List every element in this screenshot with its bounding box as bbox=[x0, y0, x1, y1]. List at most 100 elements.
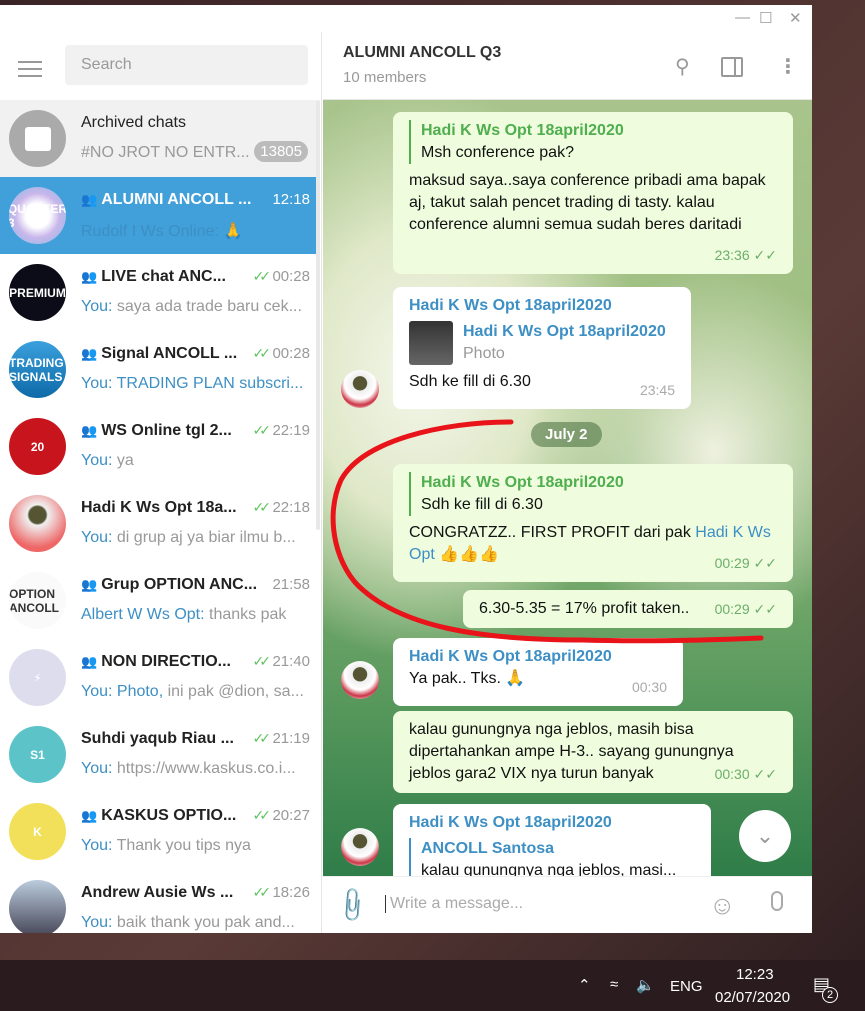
title-bar: — ☐ ✕ bbox=[0, 5, 812, 32]
wifi-icon[interactable]: ≈ bbox=[610, 976, 618, 993]
chat-name: 👥 LIVE chat ANC... bbox=[81, 268, 226, 285]
chat-avatar: K bbox=[9, 803, 66, 860]
chat-name: 👥 Grup OPTION ANC... bbox=[81, 576, 258, 593]
chat-preview: You: baik thank you pak and... bbox=[81, 914, 295, 931]
read-ticks-icon: ✓✓ bbox=[252, 499, 272, 515]
windows-taskbar: ⌃ ≈ 🔈 ENG 12:23 02/07/2020 ▤ 2 bbox=[0, 960, 865, 1011]
chat-time: 22:19 bbox=[272, 422, 310, 439]
chat-name: 👥 Signal ANCOLL ... bbox=[81, 345, 238, 362]
chat-preview: You: di grup aj ya biar ilmu b... bbox=[81, 529, 296, 546]
chat-list-item[interactable]: PREMIUM 👥 LIVE chat ANC... 00:28 ✓✓ You: saya… bbox=[0, 254, 316, 331]
microphone-icon[interactable] bbox=[771, 891, 783, 911]
chat-list-scrollbar[interactable] bbox=[316, 100, 320, 530]
read-ticks-icon: ✓✓ bbox=[252, 884, 272, 900]
chat-preview: You: saya ada trade baru cek... bbox=[81, 298, 302, 315]
chat-list-item[interactable]: TRADING SIGNALS 👥 Signal ANCOLL ... 00:28 ✓✓… bbox=[0, 331, 316, 408]
chat-name: Andrew Ausie Ws ... bbox=[81, 884, 234, 901]
chat-name: Hadi K Ws Opt 18a... bbox=[81, 499, 237, 516]
group-icon: 👥 bbox=[81, 346, 98, 361]
close-button[interactable]: ✕ bbox=[789, 9, 802, 27]
volume-icon[interactable]: 🔈 bbox=[636, 976, 655, 994]
telegram-window: — ☐ ✕ Search Archived chats #NO JROT NO E… bbox=[0, 5, 812, 933]
more-options-icon[interactable]: ⋮ bbox=[778, 54, 798, 79]
chat-time: 21:19 bbox=[272, 730, 310, 747]
chat-avatar: ⚡ bbox=[9, 649, 66, 706]
chat-list-item[interactable]: QUARTER 3 👥ALUMNI ANCOLL ... 12:18 Rudolf I… bbox=[0, 177, 316, 254]
group-icon: 👥 bbox=[81, 192, 98, 207]
chat-list-item[interactable]: OPTION ANCOLL 👥 Grup OPTION ANC... 21:58 Alb… bbox=[0, 562, 316, 639]
chat-avatar: TRADING SIGNALS bbox=[9, 341, 66, 398]
language-indicator[interactable]: ENG bbox=[670, 978, 703, 995]
group-icon: 👥 bbox=[81, 654, 98, 669]
chat-name: 👥 ALUMNI ANCOLL ... bbox=[81, 191, 252, 208]
search-icon[interactable]: ⚲ bbox=[675, 54, 690, 79]
chat-avatar: QUARTER 3 bbox=[9, 187, 66, 244]
chat-header: ALUMNI ANCOLL Q3 10 members ⚲ ⋮ bbox=[323, 32, 812, 100]
clock-date[interactable]: 02/07/2020 bbox=[715, 989, 790, 1006]
member-count: 10 members bbox=[343, 69, 427, 86]
search-input[interactable]: Search bbox=[65, 45, 308, 85]
chat-list-sidebar: Search Archived chats #NO JROT NO ENTR...… bbox=[0, 32, 322, 933]
read-ticks-icon: ✓✓ bbox=[252, 268, 272, 284]
unread-badge: 13805 bbox=[254, 141, 308, 162]
archive-icon bbox=[9, 110, 66, 167]
show-hidden-icons-icon[interactable]: ⌃ bbox=[578, 976, 591, 994]
chat-name: 👥 NON DIRECTIO... bbox=[81, 653, 231, 670]
chat-time: 21:40 bbox=[272, 653, 310, 670]
emoji-icon[interactable]: ☺ bbox=[709, 890, 736, 921]
read-ticks-icon: ✓✓ bbox=[252, 653, 272, 669]
chat-preview: You: TRADING PLAN subscri... bbox=[81, 375, 304, 392]
notification-count: 2 bbox=[822, 987, 838, 1003]
group-icon: 👥 bbox=[81, 423, 98, 438]
chat-title[interactable]: ALUMNI ANCOLL Q3 bbox=[343, 44, 501, 62]
clock-time[interactable]: 12:23 bbox=[736, 966, 774, 983]
chat-list-item[interactable]: S1 Suhdi yaqub Riau ... 21:19 ✓✓ You: https:… bbox=[0, 716, 316, 793]
chat-preview: You: Photo, ini pak @dion, sa... bbox=[81, 683, 304, 700]
chat-name: 👥 KASKUS OPTIO... bbox=[81, 807, 237, 824]
chat-avatar: PREMIUM bbox=[9, 264, 66, 321]
group-icon: 👥 bbox=[81, 269, 98, 284]
chat-time: 20:27 bbox=[272, 807, 310, 824]
chat-preview: Rudolf I Ws Online: 🙏 bbox=[81, 223, 244, 240]
chat-avatar: 20 bbox=[9, 418, 66, 475]
chat-time: 12:18 bbox=[272, 191, 310, 208]
read-ticks-icon: ✓✓ bbox=[252, 807, 272, 823]
group-icon: 👥 bbox=[81, 577, 98, 592]
chat-list-item[interactable]: ⚡ 👥 NON DIRECTIO... 21:40 ✓✓ You: Photo, ini … bbox=[0, 639, 316, 716]
minimize-button[interactable]: — bbox=[735, 9, 750, 26]
maximize-button[interactable]: ☐ bbox=[759, 9, 772, 27]
chat-name: Archived chats bbox=[81, 114, 186, 131]
chat-avatar: OPTION ANCOLL bbox=[9, 572, 66, 629]
chat-time: 22:18 bbox=[272, 499, 310, 516]
chat-avatar: S1 bbox=[9, 726, 66, 783]
chat-avatar bbox=[9, 880, 66, 933]
chat-list-item[interactable]: Andrew Ausie Ws ... 18:26 ✓✓ You: baik than… bbox=[0, 870, 316, 933]
chat-time: 00:28 bbox=[272, 268, 310, 285]
chat-time: 00:28 bbox=[272, 345, 310, 362]
red-annotation-circle bbox=[330, 419, 764, 644]
chat-time: 21:58 bbox=[272, 576, 310, 593]
message-input[interactable]: Write a message... bbox=[385, 895, 523, 913]
chat-preview: You: https://www.kaskus.co.i... bbox=[81, 760, 296, 777]
chat-preview: Albert W Ws Opt: thanks pak bbox=[81, 606, 287, 623]
hamburger-menu-icon[interactable] bbox=[18, 56, 42, 82]
archived-chats-item[interactable]: Archived chats #NO JROT NO ENTR... 13805 bbox=[0, 100, 316, 177]
read-ticks-icon: ✓✓ bbox=[252, 730, 272, 746]
read-ticks-icon: ✓✓ bbox=[252, 422, 272, 438]
chat-preview: You: Thank you tips nya bbox=[81, 837, 251, 854]
read-ticks-icon: ✓✓ bbox=[252, 345, 272, 361]
chat-name: Suhdi yaqub Riau ... bbox=[81, 730, 234, 747]
group-icon: 👥 bbox=[81, 808, 98, 823]
sidebar-toggle-icon[interactable] bbox=[721, 57, 743, 77]
chat-preview: #NO JROT NO ENTR... bbox=[81, 144, 250, 161]
chat-name: 👥 WS Online tgl 2... bbox=[81, 422, 232, 439]
chat-preview: You: ya bbox=[81, 452, 134, 469]
attach-icon[interactable]: 📎 bbox=[331, 885, 373, 927]
chat-avatar bbox=[9, 495, 66, 552]
message-composer: 📎 Write a message... ☺ bbox=[323, 876, 812, 933]
chat-time: 18:26 bbox=[272, 884, 310, 901]
chat-list-item[interactable]: Hadi K Ws Opt 18a... 22:18 ✓✓ You: di grup … bbox=[0, 485, 316, 562]
chat-list-item[interactable]: 20 👥 WS Online tgl 2... 22:19 ✓✓ You: ya bbox=[0, 408, 316, 485]
message-area: Hadi K Ws Opt 18april2020 Msh conference … bbox=[323, 100, 812, 881]
chat-list-item[interactable]: K 👥 KASKUS OPTIO... 20:27 ✓✓ You: Thank you t… bbox=[0, 793, 316, 870]
